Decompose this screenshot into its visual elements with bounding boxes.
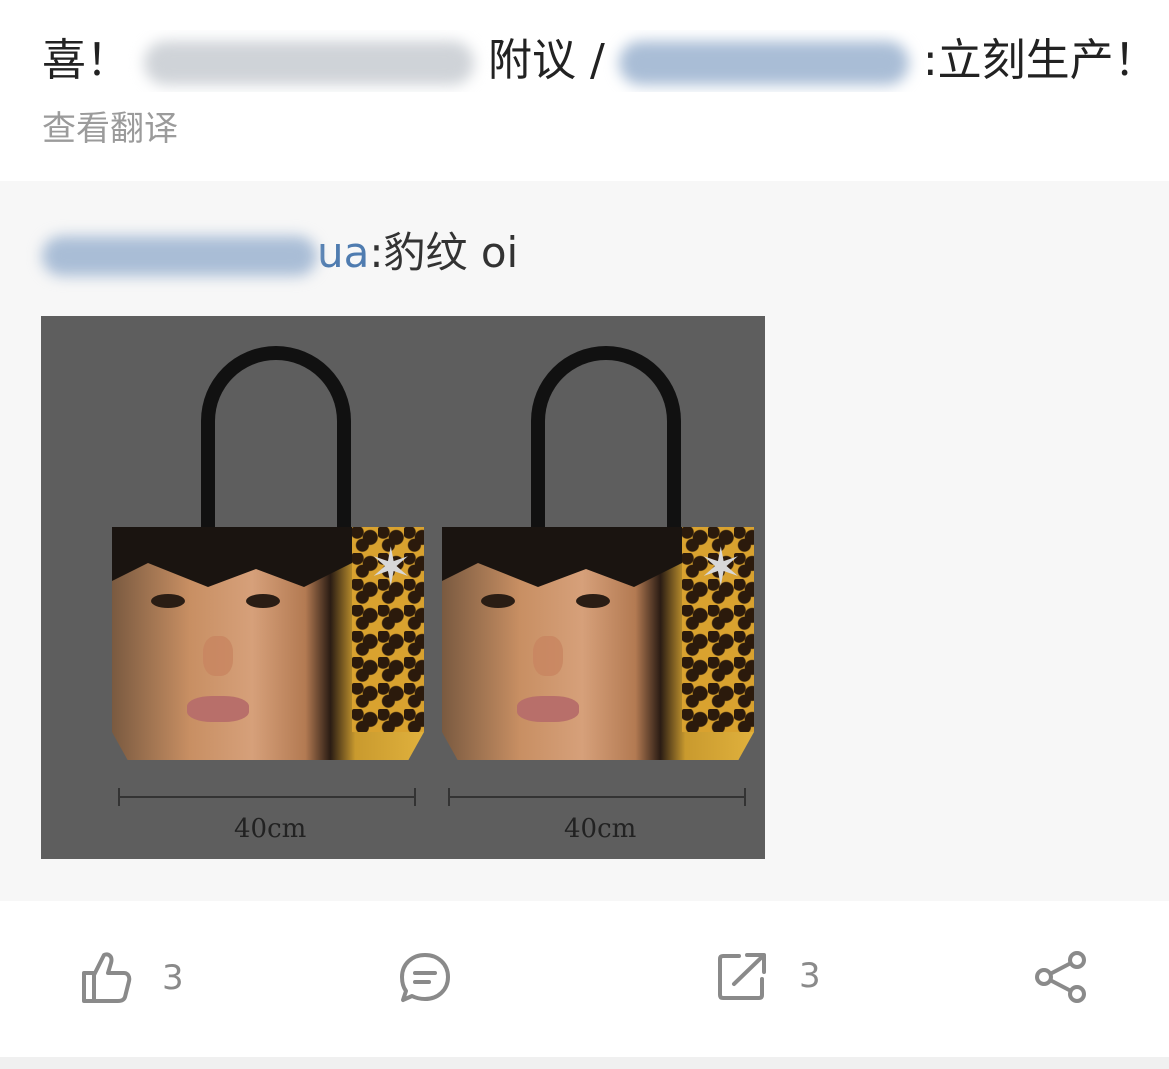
repost-comment: :豹纹 oi bbox=[369, 228, 519, 277]
repost-count: 3 bbox=[799, 956, 821, 996]
divider bbox=[0, 1057, 1169, 1069]
nose bbox=[203, 636, 233, 676]
share-button[interactable] bbox=[1034, 951, 1088, 1003]
action-bar: 3 3 bbox=[0, 901, 1169, 1057]
redacted-text bbox=[144, 41, 474, 85]
eye bbox=[151, 594, 185, 608]
see-translation-link[interactable]: 查看翻译 bbox=[42, 104, 178, 154]
repost-username-suffix[interactable]: ua bbox=[317, 228, 369, 277]
like-button[interactable]: 3 bbox=[80, 951, 184, 1005]
thumbs-up-icon bbox=[82, 952, 132, 1003]
repost-button[interactable]: 3 bbox=[717, 951, 821, 1001]
tote-bag-right: ✶ 40cm bbox=[371, 316, 754, 859]
share-icon bbox=[1035, 951, 1086, 1003]
measure-line bbox=[448, 788, 746, 806]
size-label-right: 40cm bbox=[564, 814, 637, 844]
lips bbox=[187, 696, 249, 722]
size-label-left: 40cm bbox=[234, 814, 307, 844]
post-text-end: :立刻生产！ bbox=[922, 35, 1132, 86]
eye bbox=[246, 594, 280, 608]
repost-line: ua:豹纹 oi bbox=[42, 225, 518, 281]
tote-bag-left: ✶ 40cm bbox=[41, 316, 424, 859]
nose bbox=[533, 636, 563, 676]
eye bbox=[481, 594, 515, 608]
redacted-username[interactable] bbox=[42, 235, 317, 276]
eye bbox=[576, 594, 610, 608]
repost-icon bbox=[718, 953, 766, 1000]
like-count: 3 bbox=[162, 958, 184, 998]
product-image[interactable]: ✶ 40cm ✶ 40cm bbox=[41, 316, 765, 859]
post-text-mid: 附议 / bbox=[488, 35, 605, 86]
starfish-icon: ✶ bbox=[699, 538, 743, 598]
comment-icon bbox=[400, 953, 450, 1002]
lips bbox=[517, 696, 579, 722]
post-text: 喜！ 附议 / :立刻生产！ bbox=[42, 30, 1132, 92]
repost-card[interactable]: ua:豹纹 oi ✶ 40cm ✶ 40cm bbox=[0, 181, 1169, 901]
post-text-start: 喜！ bbox=[42, 35, 130, 86]
redacted-mention[interactable] bbox=[618, 41, 909, 85]
comment-button[interactable] bbox=[398, 951, 452, 1005]
